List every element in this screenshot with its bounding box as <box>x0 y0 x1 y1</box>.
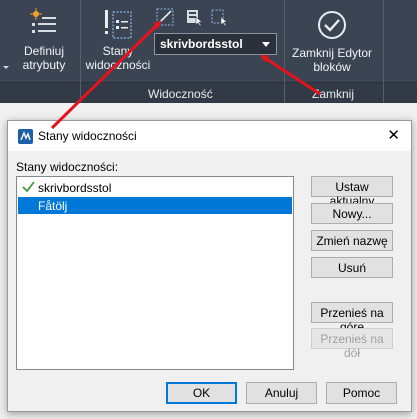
visibility-states-label: Stany widoczności <box>85 44 151 72</box>
close-block-editor-button[interactable]: Zamknij Edytor bloków <box>286 10 378 74</box>
list-item-selected[interactable]: Fåtölj <box>18 197 292 214</box>
visibility-states-dialog: Stany widoczności ✕ Stany widoczności: s… <box>7 120 412 412</box>
visibility-states-button[interactable]: Stany widoczności <box>84 8 152 72</box>
cancel-button[interactable]: Anuluj <box>246 382 317 404</box>
chevron-down-icon[interactable] <box>3 66 9 69</box>
move-up-button[interactable]: Przenieś na górę <box>311 302 393 334</box>
list-item-label: skrivbordsstol <box>38 181 112 195</box>
list-item[interactable]: skrivbordsstol <box>18 179 292 196</box>
visibility-state-combo-value: skrivbordsstol <box>160 37 243 51</box>
ribbon: Definiuj atrybuty Stany widoczności skri… <box>0 0 417 103</box>
define-attributes-icon <box>30 8 56 33</box>
ok-button[interactable]: OK <box>166 382 237 404</box>
define-attributes-button[interactable]: Definiuj atrybuty <box>14 8 74 72</box>
app-icon <box>18 129 33 144</box>
list-item-label: Fåtölj <box>38 199 68 213</box>
set-current-button[interactable]: Ustaw aktualny <box>311 176 393 208</box>
states-list-label: Stany widoczności: <box>16 160 119 174</box>
rename-button[interactable]: Zmień nazwę <box>311 230 393 251</box>
visibility-mode-icon[interactable] <box>156 8 174 26</box>
make-invisible-icon[interactable] <box>210 8 228 26</box>
delete-button[interactable]: Usuń <box>311 257 393 278</box>
states-listbox[interactable]: skrivbordsstol Fåtölj <box>16 176 294 370</box>
ribbon-separator <box>80 0 81 103</box>
checkmark-circle-icon <box>318 11 346 39</box>
make-visible-icon[interactable] <box>185 8 203 26</box>
dialog-title: Stany widoczności <box>38 129 137 143</box>
define-attributes-label: Definiuj atrybuty <box>22 44 66 72</box>
help-button[interactable]: Pomoc <box>326 382 397 404</box>
chevron-down-icon <box>262 42 270 47</box>
group-label-visibility: Widoczność <box>148 87 213 101</box>
dialog-titlebar[interactable]: Stany widoczności ✕ <box>8 121 411 151</box>
close-icon[interactable]: ✕ <box>387 128 400 143</box>
check-icon <box>22 181 35 193</box>
close-block-editor-label: Zamknij Edytor bloków <box>291 46 373 74</box>
move-down-button[interactable]: Przenieś na dół <box>311 328 393 360</box>
visibility-state-combo[interactable]: skrivbordsstol <box>154 33 277 55</box>
ribbon-separator <box>383 0 384 103</box>
ribbon-separator <box>284 0 285 103</box>
group-label-close: Zamknij <box>312 87 355 101</box>
visibility-states-icon <box>105 10 132 39</box>
new-button[interactable]: Nowy... <box>311 203 393 224</box>
